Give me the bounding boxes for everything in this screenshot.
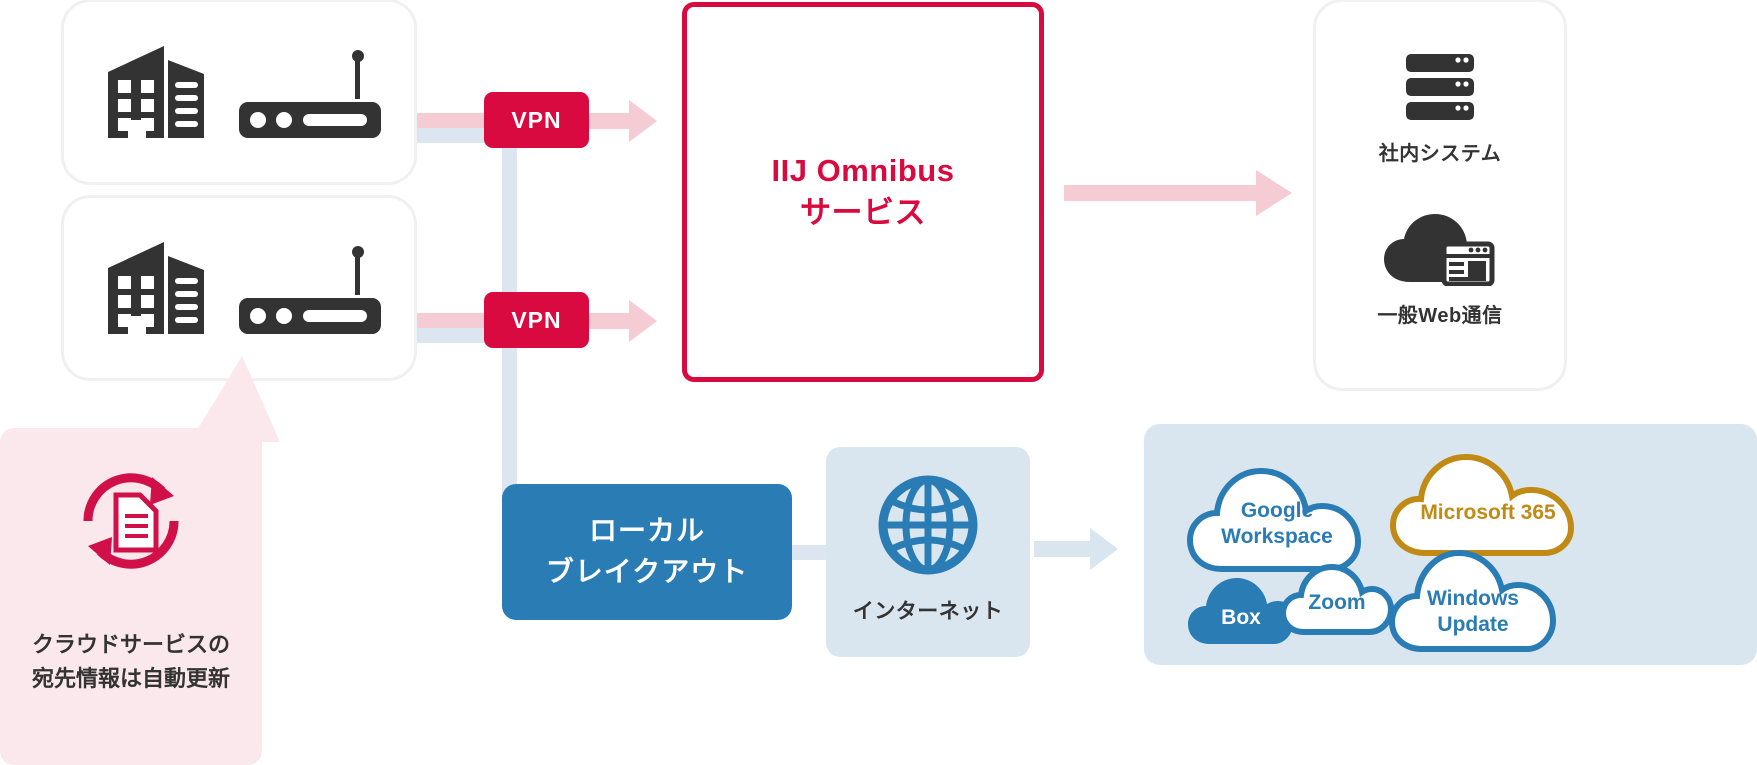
arrow-vpn1-to-omnibus: [589, 98, 659, 149]
destination-internal-system: 社内システム: [1316, 52, 1564, 166]
arrow-vpn2-to-omnibus: [589, 298, 659, 349]
network-diagram: VPN VPN IIJ Omnibus サービス 社内システム 一般Web通信 …: [0, 0, 1757, 765]
office-site-card-2: [64, 198, 414, 378]
router-icon: [239, 50, 389, 145]
vpn-badge-label: VPN: [511, 106, 562, 133]
local-breakout-text: ローカル ブレイクアウト: [546, 511, 748, 592]
arrow-internet-to-clouds: [1034, 526, 1120, 577]
office-site-card-1: [64, 2, 414, 182]
callout-line2: 宛先情報は自動更新: [31, 666, 230, 692]
document-sync-icon: [70, 460, 192, 587]
omnibus-title-line2: サービス: [799, 195, 926, 230]
cloud-windows-update: Windows Update: [1388, 538, 1558, 659]
globe-icon: [876, 473, 980, 582]
office-building-icon: [104, 42, 209, 147]
callout-auto-update: クラウドサービスの 宛先情報は自動更新: [0, 428, 262, 765]
router-icon: [239, 246, 389, 341]
arrow-omnibus-to-destinations: [1064, 168, 1294, 223]
destination-general-web: 一般Web通信: [1316, 212, 1564, 328]
local-breakout-line1: ローカル: [588, 515, 705, 547]
server-stack-icon: [1406, 54, 1474, 120]
destinations-card: 社内システム 一般Web通信: [1316, 2, 1564, 388]
internet-label: インターネット: [852, 600, 1004, 623]
diagram-title: IIJ Omnibus ローカルブレイクアウト構成図: [0, 0, 1, 1]
callout-text: クラウドサービスの 宛先情報は自動更新: [0, 628, 262, 696]
vpn-badge-1: VPN: [484, 92, 589, 148]
internet-box: インターネット: [826, 447, 1030, 657]
omnibus-title: IIJ Omnibus サービス: [772, 150, 955, 234]
local-breakout-box: ローカル ブレイクアウト: [502, 484, 792, 620]
vpn-badge-label: VPN: [511, 306, 562, 333]
vpn-badge-2: VPN: [484, 292, 589, 348]
callout-line1: クラウドサービスの: [31, 632, 230, 657]
destination-label: 社内システム: [1378, 143, 1502, 165]
iij-omnibus-service-box: IIJ Omnibus サービス: [682, 2, 1044, 382]
local-breakout-line2: ブレイクアウト: [545, 556, 749, 587]
cloud-services-panel: Google Workspace Microsoft 365 Box Zoom …: [1144, 424, 1757, 665]
cloud-web-browser-icon: [1384, 214, 1495, 287]
destination-label: 一般Web通信: [1377, 305, 1503, 327]
office-building-icon: [104, 238, 209, 343]
cloud-zoom: Zoom: [1278, 555, 1396, 642]
omnibus-title-line1: IIJ Omnibus: [771, 153, 955, 189]
